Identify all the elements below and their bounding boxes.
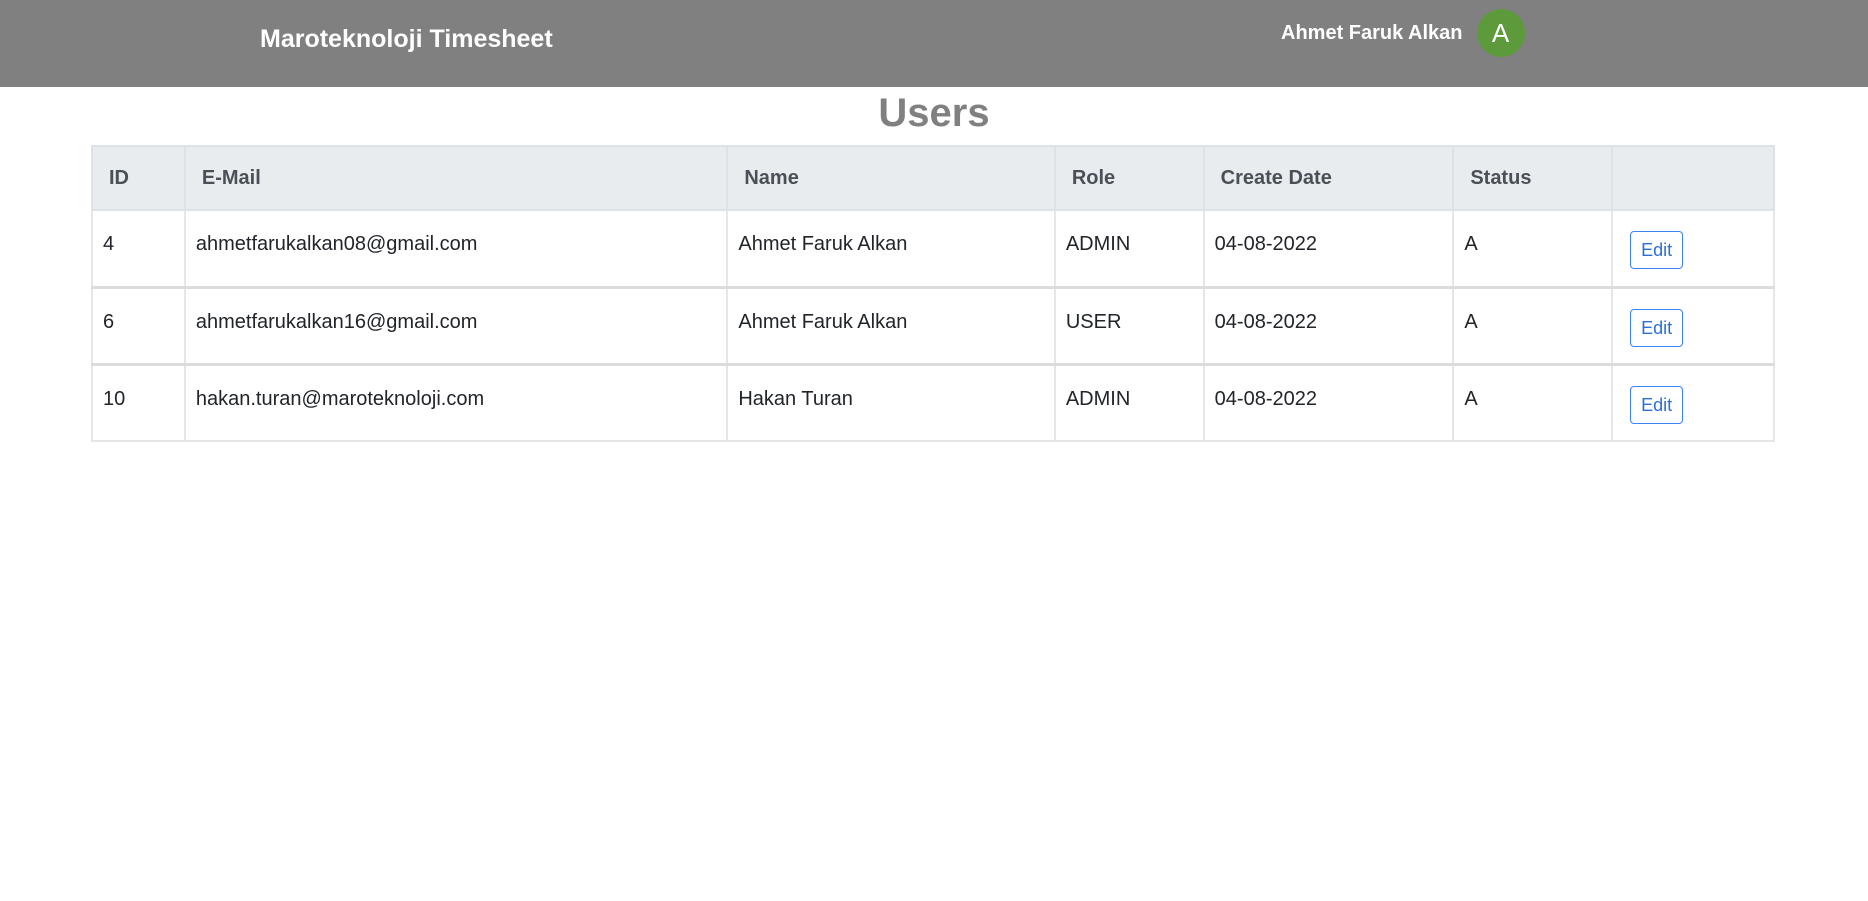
cell-email: hakan.turan@maroteknoloji.com — [183, 364, 729, 441]
cell-create-date: 04-08-2022 — [1202, 287, 1455, 364]
table-header: ID E-Mail Name Role Create Date Status — [91, 145, 1775, 211]
cell-actions: Edit — [1611, 210, 1775, 287]
column-header-status: Status — [1452, 145, 1614, 211]
cell-name: Ahmet Faruk Alkan — [726, 287, 1056, 364]
cell-role: ADMIN — [1053, 364, 1205, 441]
cell-status: A — [1452, 210, 1614, 287]
cell-actions: Edit — [1611, 287, 1775, 364]
edit-button[interactable]: Edit — [1630, 231, 1684, 269]
cell-create-date: 04-08-2022 — [1202, 364, 1455, 441]
table-header-row: ID E-Mail Name Role Create Date Status — [91, 145, 1775, 211]
column-header-role: Role — [1053, 145, 1205, 211]
edit-button[interactable]: Edit — [1630, 385, 1684, 424]
table-body: 4 ahmetfarukalkan08@gmail.com Ahmet Faru… — [91, 210, 1775, 441]
column-header-name: Name — [726, 145, 1056, 211]
cell-name: Ahmet Faruk Alkan — [726, 210, 1056, 287]
cell-email: ahmetfarukalkan16@gmail.com — [183, 287, 729, 364]
cell-name: Hakan Turan — [726, 364, 1056, 441]
cell-id: 6 — [91, 287, 186, 364]
top-navbar: Maroteknoloji Timesheet Ahmet Faruk Alka… — [0, 0, 1868, 87]
column-header-create-date: Create Date — [1202, 145, 1455, 211]
cell-create-date: 04-08-2022 — [1202, 210, 1455, 287]
cell-role: ADMIN — [1053, 210, 1205, 287]
column-header-actions — [1611, 145, 1775, 211]
column-header-email: E-Mail — [183, 145, 729, 211]
page-title: Users — [878, 91, 990, 135]
cell-role: USER — [1053, 287, 1205, 364]
cell-status: A — [1452, 364, 1614, 441]
user-name[interactable]: Ahmet Faruk Alkan — [1281, 22, 1463, 45]
column-header-id: ID — [91, 145, 186, 211]
cell-status: A — [1452, 287, 1614, 364]
table-row: 4 ahmetfarukalkan08@gmail.com Ahmet Faru… — [91, 210, 1775, 287]
app-title[interactable]: Maroteknoloji Timesheet — [260, 22, 553, 56]
cell-actions: Edit — [1611, 364, 1775, 441]
cell-id: 10 — [91, 364, 186, 441]
table-row: 6 ahmetfarukalkan16@gmail.com Ahmet Faru… — [91, 287, 1775, 364]
user-menu[interactable]: Ahmet Faruk Alkan A — [1281, 9, 1525, 57]
table-row: 10 hakan.turan@maroteknoloji.com Hakan T… — [91, 364, 1775, 441]
cell-id: 4 — [91, 210, 186, 287]
cell-email: ahmetfarukalkan08@gmail.com — [183, 210, 729, 287]
edit-button[interactable]: Edit — [1630, 308, 1684, 347]
users-table: ID E-Mail Name Role Create Date Status 4… — [91, 145, 1775, 442]
avatar[interactable]: A — [1476, 9, 1525, 57]
